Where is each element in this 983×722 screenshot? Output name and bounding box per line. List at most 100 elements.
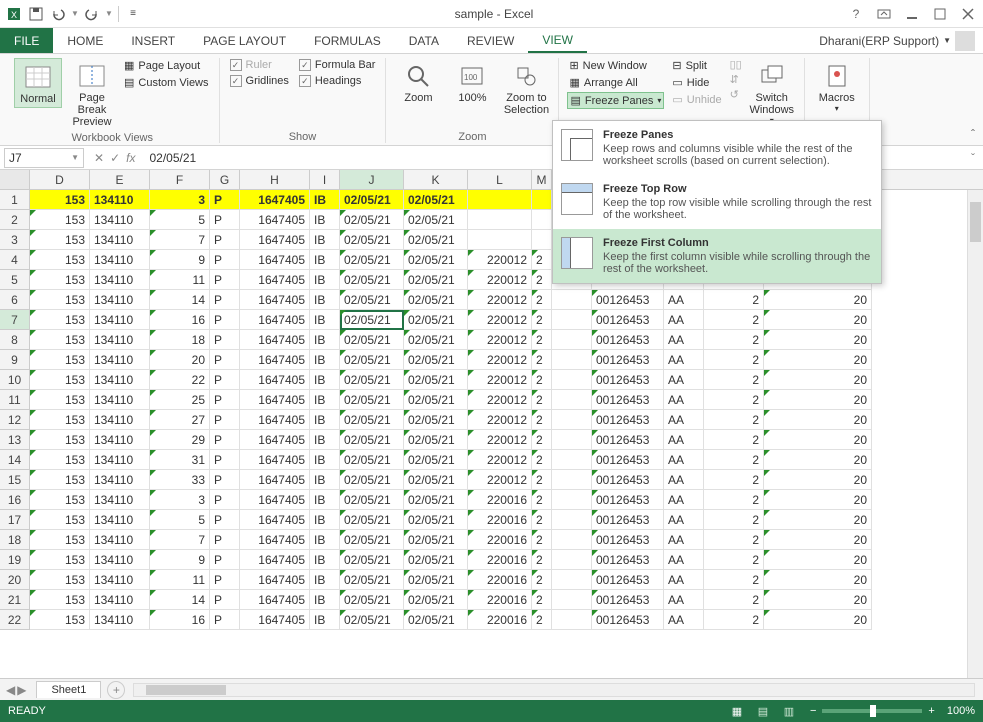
cell-L3[interactable]: [468, 230, 532, 250]
cell-I14[interactable]: IB: [310, 450, 340, 470]
cell-L12[interactable]: 220012: [468, 410, 532, 430]
cell-L19[interactable]: 220016: [468, 550, 532, 570]
cell-H14[interactable]: 1647405: [240, 450, 310, 470]
split-button[interactable]: ⊟Split: [670, 58, 723, 73]
freeze-first-column-option[interactable]: Freeze First ColumnKeep the first column…: [553, 229, 881, 283]
cell-K2[interactable]: 02/05/21: [404, 210, 468, 230]
column-header-G[interactable]: G: [210, 170, 240, 189]
sync-scrolling-icon[interactable]: ⇵: [730, 73, 742, 86]
cell-P17[interactable]: AA: [664, 510, 704, 530]
cell-Q21[interactable]: 2: [704, 590, 764, 610]
arrange-all-button[interactable]: ▦Arrange All: [567, 75, 664, 90]
cell-K20[interactable]: 02/05/21: [404, 570, 468, 590]
zoom-button[interactable]: Zoom: [394, 58, 442, 106]
cell-D17[interactable]: 153: [30, 510, 90, 530]
switch-windows-button[interactable]: Switch Windows▾: [748, 58, 796, 127]
cell-M9[interactable]: 2: [532, 350, 552, 370]
ruler-checkbox[interactable]: Ruler: [228, 58, 291, 72]
cell-K14[interactable]: 02/05/21: [404, 450, 468, 470]
cell-K21[interactable]: 02/05/21: [404, 590, 468, 610]
cell-P18[interactable]: AA: [664, 530, 704, 550]
column-header-M[interactable]: M: [532, 170, 552, 189]
cell-M8[interactable]: 2: [532, 330, 552, 350]
row-header-12[interactable]: 12: [0, 410, 30, 430]
enter-formula-icon[interactable]: ✓: [110, 151, 120, 165]
column-header-H[interactable]: H: [240, 170, 310, 189]
cell-H11[interactable]: 1647405: [240, 390, 310, 410]
cell-Q18[interactable]: 2: [704, 530, 764, 550]
cell-J12[interactable]: 02/05/21: [340, 410, 404, 430]
cancel-formula-icon[interactable]: ✕: [94, 151, 104, 165]
cell-P14[interactable]: AA: [664, 450, 704, 470]
cell-D12[interactable]: 153: [30, 410, 90, 430]
cell-E10[interactable]: 134110: [90, 370, 150, 390]
cell-J9[interactable]: 02/05/21: [340, 350, 404, 370]
cell-I8[interactable]: IB: [310, 330, 340, 350]
close-icon[interactable]: [957, 3, 979, 25]
cell-Q20[interactable]: 2: [704, 570, 764, 590]
cell-H9[interactable]: 1647405: [240, 350, 310, 370]
cell-F13[interactable]: 29: [150, 430, 210, 450]
cell-J22[interactable]: 02/05/21: [340, 610, 404, 630]
cell-G20[interactable]: P: [210, 570, 240, 590]
row-header-10[interactable]: 10: [0, 370, 30, 390]
cell-R20[interactable]: 20: [764, 570, 872, 590]
freeze-top-row-option[interactable]: Freeze Top RowKeep the top row visible w…: [553, 175, 881, 229]
cell-H20[interactable]: 1647405: [240, 570, 310, 590]
column-header-E[interactable]: E: [90, 170, 150, 189]
cell-M12[interactable]: 2: [532, 410, 552, 430]
cell-F15[interactable]: 33: [150, 470, 210, 490]
cell-K3[interactable]: 02/05/21: [404, 230, 468, 250]
add-sheet-button[interactable]: +: [107, 681, 125, 699]
scroll-thumb[interactable]: [970, 202, 981, 242]
cell-J16[interactable]: 02/05/21: [340, 490, 404, 510]
reset-window-icon[interactable]: ↺: [730, 88, 742, 101]
cell-P11[interactable]: AA: [664, 390, 704, 410]
cell-E6[interactable]: 134110: [90, 290, 150, 310]
cell-E17[interactable]: 134110: [90, 510, 150, 530]
cell-D9[interactable]: 153: [30, 350, 90, 370]
cell-K22[interactable]: 02/05/21: [404, 610, 468, 630]
cell-R8[interactable]: 20: [764, 330, 872, 350]
cell-K5[interactable]: 02/05/21: [404, 270, 468, 290]
cell-D3[interactable]: 153: [30, 230, 90, 250]
cell-P6[interactable]: AA: [664, 290, 704, 310]
cell-N12[interactable]: [552, 410, 592, 430]
cell-J11[interactable]: 02/05/21: [340, 390, 404, 410]
unhide-button[interactable]: ▭Unhide: [670, 92, 723, 107]
page-break-preview-button[interactable]: Page Break Preview: [68, 58, 116, 130]
cell-O9[interactable]: 00126453: [592, 350, 664, 370]
cell-J8[interactable]: 02/05/21: [340, 330, 404, 350]
cell-L21[interactable]: 220016: [468, 590, 532, 610]
row-header-9[interactable]: 9: [0, 350, 30, 370]
cell-E22[interactable]: 134110: [90, 610, 150, 630]
cell-O13[interactable]: 00126453: [592, 430, 664, 450]
column-header-D[interactable]: D: [30, 170, 90, 189]
cell-M11[interactable]: 2: [532, 390, 552, 410]
cell-F19[interactable]: 9: [150, 550, 210, 570]
cell-L6[interactable]: 220012: [468, 290, 532, 310]
cell-I19[interactable]: IB: [310, 550, 340, 570]
undo-icon[interactable]: [48, 4, 68, 24]
cell-D22[interactable]: 153: [30, 610, 90, 630]
cell-R16[interactable]: 20: [764, 490, 872, 510]
cell-M20[interactable]: 2: [532, 570, 552, 590]
cell-J1[interactable]: 02/05/21: [340, 190, 404, 210]
cell-J17[interactable]: 02/05/21: [340, 510, 404, 530]
cell-Q14[interactable]: 2: [704, 450, 764, 470]
cell-J3[interactable]: 02/05/21: [340, 230, 404, 250]
cell-G17[interactable]: P: [210, 510, 240, 530]
cell-L9[interactable]: 220012: [468, 350, 532, 370]
sheet-nav-prev-icon[interactable]: ◀: [6, 683, 15, 697]
custom-views-button[interactable]: ▤Custom Views: [122, 75, 211, 90]
cell-F12[interactable]: 27: [150, 410, 210, 430]
cell-M17[interactable]: 2: [532, 510, 552, 530]
headings-checkbox[interactable]: Headings: [297, 74, 378, 88]
cell-O12[interactable]: 00126453: [592, 410, 664, 430]
cell-F17[interactable]: 5: [150, 510, 210, 530]
cell-R13[interactable]: 20: [764, 430, 872, 450]
cell-M18[interactable]: 2: [532, 530, 552, 550]
cell-D20[interactable]: 153: [30, 570, 90, 590]
gridlines-checkbox[interactable]: Gridlines: [228, 74, 291, 88]
cell-D11[interactable]: 153: [30, 390, 90, 410]
